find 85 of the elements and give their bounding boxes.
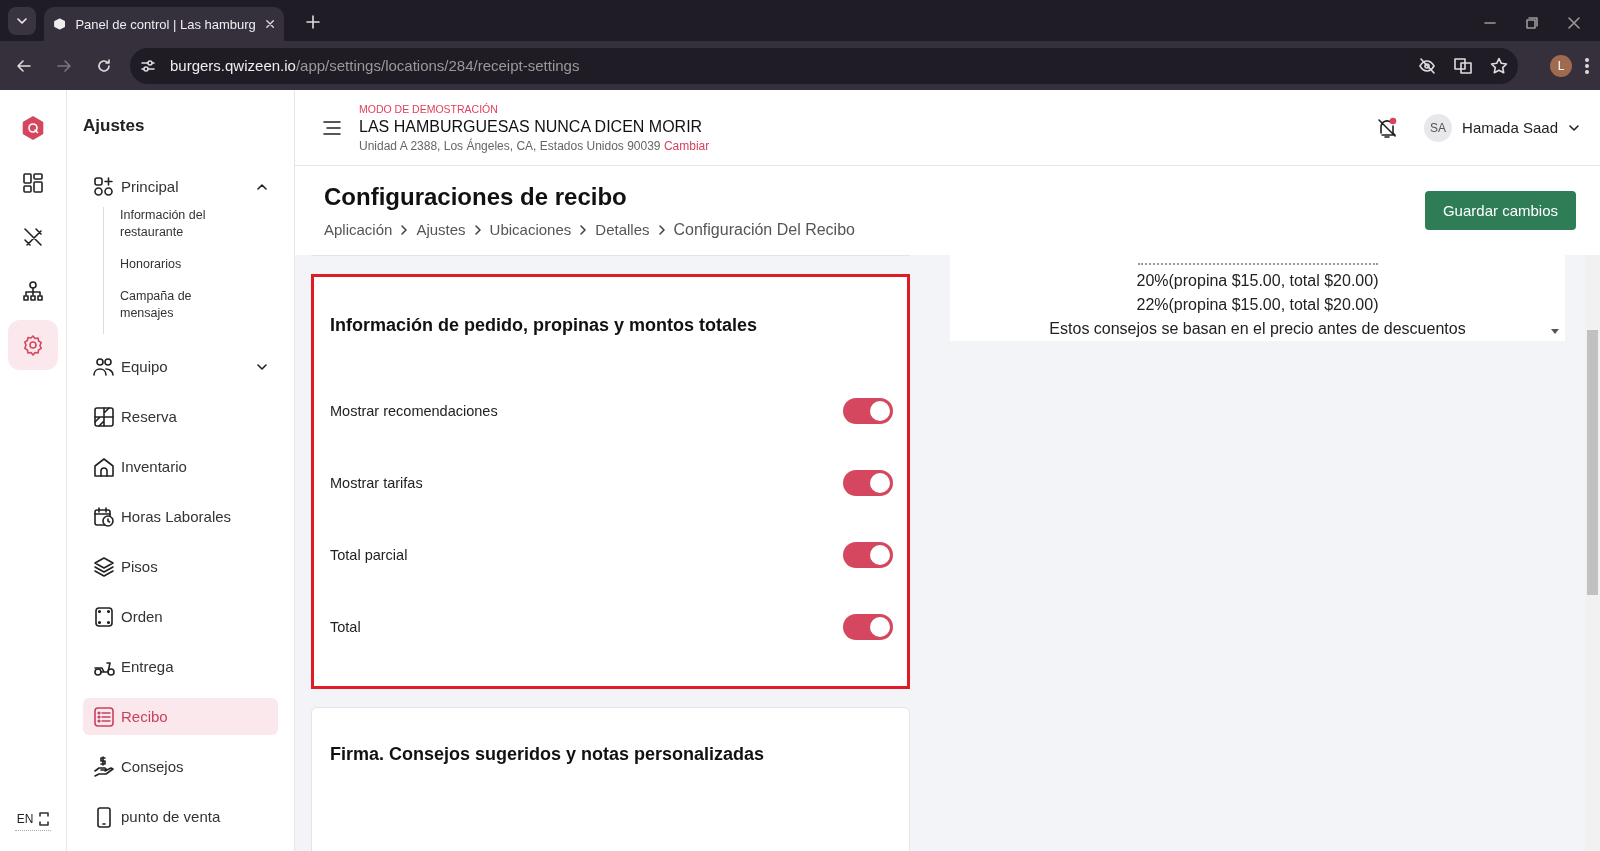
sidebar-item[interactable]: Inventario [83,448,278,485]
chevron-right-icon [657,223,666,236]
floor-plan-icon [93,405,115,428]
breadcrumb-item: Configuración Del Recibo [673,220,855,239]
site-icon [54,17,66,31]
star-icon[interactable] [1490,56,1508,75]
logo-icon[interactable] [22,116,44,140]
sidebar-subitem[interactable]: Honorarios [120,256,230,273]
sidebar-item[interactable]: Recibo [83,698,278,735]
scrollbar-thumb[interactable] [1587,330,1598,595]
setting-label: Mostrar tarifas [330,475,423,491]
utensils-icon [22,226,44,248]
change-link[interactable]: Cambiar [663,138,710,153]
demo-mode-label: MODO DE DEMOSTRACIÓN [359,102,499,115]
tune-icon[interactable] [140,57,156,74]
profile-avatar[interactable]: L [1550,54,1572,77]
chevron-right-icon [473,223,482,236]
back-icon[interactable] [16,57,32,74]
sidebar-item[interactable]: Pisos [83,548,278,585]
hand-coin-icon [93,755,115,778]
sidebar-item[interactable]: Entrega [83,648,278,685]
apps-icon [93,175,115,198]
address-bar[interactable]: burgers.qwizeen.io/app/settings/locations/284/receipt-settings [130,47,1518,84]
preview-line: 22%(propina $15.00, total $20.00) [1136,295,1379,315]
sidebar-item[interactable]: Principal [83,168,278,205]
restaurant-address: Unidad A 2388, Los Ángeles, CA, Estados Unidos 90039 Cambiar [359,138,710,153]
preview-line: Estos consejos se basan en el precio antes de descuentos [1049,319,1466,339]
rail-nav-item[interactable] [8,320,58,370]
setting-label: Total [330,619,361,635]
square-dots-icon [93,605,115,628]
plus-icon [306,15,320,29]
more-icon[interactable] [1584,56,1590,75]
setting-label: Mostrar recomendaciones [330,403,498,419]
caret-down-icon[interactable] [1551,329,1559,335]
restore-icon[interactable] [1526,17,1538,29]
toggle-switch[interactable] [843,542,893,568]
bell-off-icon[interactable] [1376,116,1399,139]
menu-icon[interactable] [323,120,341,135]
dashboard-icon [22,172,44,194]
settings-icon [22,334,44,356]
eye-off-icon[interactable] [1418,56,1436,75]
preview-line: 20%(propina $15.00, total $20.00) [1136,271,1379,291]
breadcrumb-item[interactable]: Ajustes [416,221,466,238]
section-title: Información de pedido, propinas y montos totales [330,315,759,336]
breadcrumb-item[interactable]: Detalles [595,221,650,238]
reload-icon[interactable] [96,57,112,74]
section-title: Firma. Consejos sugeridos y notas personalizadas [330,744,766,765]
sidebar-title: Ajustes [83,116,146,136]
chevron-right-icon [579,223,588,236]
calendar-clock-icon [93,505,115,528]
expand-icon[interactable] [39,812,50,826]
sitemap-icon [22,280,44,302]
breadcrumb-item[interactable]: Aplicación [324,221,393,238]
users-icon [93,355,115,378]
breadcrumb-item[interactable]: Ubicaciones [489,221,572,238]
house-icon [93,455,115,478]
tab-search-button[interactable] [8,7,36,35]
sidebar-subitem[interactable]: Campaña de mensajes [120,288,230,322]
tab-title: Panel de control | Las hamburg [75,16,256,32]
chevron-right-icon [400,223,409,236]
sidebar-item[interactable]: Horas Laborales [83,498,278,535]
sidebar-subitem[interactable]: Información del restaurante [120,207,230,241]
toggle-switch[interactable] [843,398,893,424]
url-text: burgers.qwizeen.io/app/settings/locations/284/receipt-settings [170,57,580,74]
toggle-switch[interactable] [843,614,893,640]
page-title: Configuraciones de recibo [324,182,628,211]
language-label[interactable]: EN [16,812,34,826]
sidebar-item[interactable]: Reserva [83,398,278,435]
sidebar-item[interactable]: Consejos [83,748,278,785]
restaurant-name: LAS HAMBURGUESAS NUNCA DICEN MORIR [359,117,704,136]
forward-icon[interactable] [56,57,72,74]
save-button[interactable]: Guardar cambios [1424,191,1576,230]
sidebar-item[interactable]: Orden [83,598,278,635]
user-name[interactable]: Hamada Saad [1462,119,1558,136]
setting-label: Total parcial [330,547,408,563]
sidebar-item[interactable]: punto de venta [83,798,278,835]
translate-icon[interactable] [1454,56,1472,75]
sidebar-item[interactable]: Equipo [83,348,278,385]
chevron-down-icon [16,15,28,27]
list-icon [93,705,115,728]
user-avatar[interactable]: SA [1424,113,1453,142]
layers-icon [93,555,115,578]
close-icon[interactable] [1568,17,1580,29]
toggle-switch[interactable] [843,470,893,496]
browser-tab[interactable]: Panel de control | Las hamburg [44,7,284,41]
